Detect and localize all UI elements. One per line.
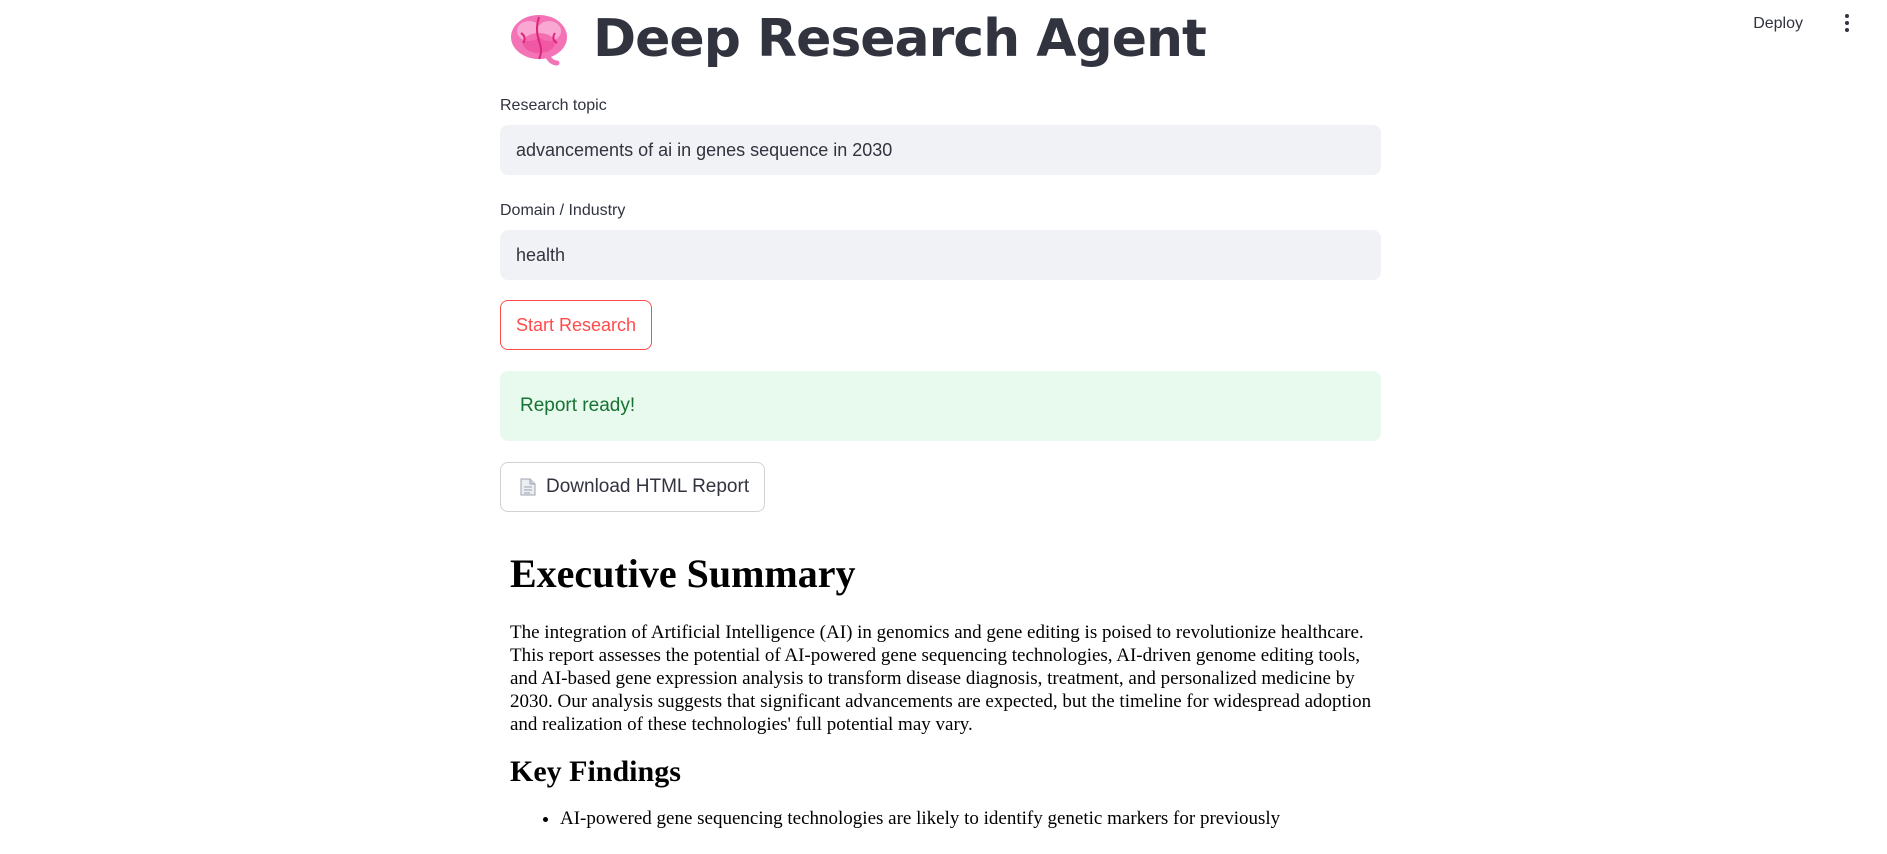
research-topic-label: Research topic [500,97,607,114]
start-research-button[interactable]: Start Research [500,300,653,350]
list-item: AI-powered gene sequencing technologies … [560,807,1380,830]
document-icon [520,478,536,496]
title-row: Deep Research Agent [509,0,1381,78]
download-button-label: Download HTML Report [546,476,750,497]
more-vertical-icon[interactable] [1842,14,1852,36]
brain-icon [511,15,567,66]
report-heading-executive-summary: Executive Summary [510,551,856,596]
deploy-button[interactable]: Deploy [1753,15,1803,33]
download-html-report-button[interactable]: Download HTML Report [500,462,766,512]
main-content: Deep Research Agent Research topic Domai… [500,0,1381,830]
research-topic-input[interactable] [500,125,1381,175]
success-message: Report ready! [520,395,636,416]
report-summary-paragraph: The integration of Artificial Intelligen… [510,622,1372,735]
success-alert: Report ready! [500,371,1381,441]
domain-industry-label: Domain / Industry [500,202,626,219]
domain-industry-input[interactable] [500,230,1381,280]
key-findings-list: AI-powered gene sequencing technologies … [510,807,1380,830]
report-heading-key-findings: Key Findings [510,755,681,788]
report-preview: Executive Summary The integration of Art… [510,550,1380,830]
page-title: Deep Research Agent [593,9,1207,69]
